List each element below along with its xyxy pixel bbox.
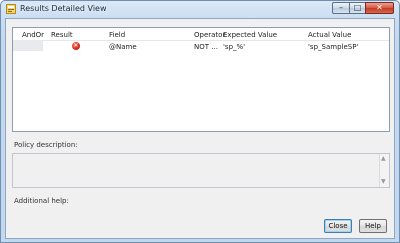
maximize-button[interactable]: □	[349, 2, 365, 14]
column-header-expected-value[interactable]: Expected Value	[223, 31, 277, 39]
error-icon: ✕	[72, 42, 80, 50]
maximize-icon: □	[353, 3, 362, 12]
results-detailed-view-window: Results Detailed View – □ ✕ AndOr Result…	[0, 0, 400, 243]
column-header-andor[interactable]: AndOr	[22, 31, 44, 39]
description-scrollbar[interactable]: ▲ ▼	[379, 154, 389, 187]
cell-field: @Name	[109, 43, 137, 51]
column-header-result[interactable]: Result	[51, 31, 73, 39]
app-icon	[6, 4, 16, 14]
policy-description-field[interactable]: ▲ ▼	[12, 153, 390, 188]
row-andor-cell	[13, 40, 43, 51]
window-title: Results Detailed View	[20, 4, 107, 13]
scroll-down-arrow-icon[interactable]: ▼	[381, 179, 386, 185]
caption-buttons: – □ ✕	[332, 2, 394, 14]
close-icon: ✕	[376, 3, 383, 12]
close-button[interactable]: Close	[324, 219, 352, 233]
table-row[interactable]: ✕ @Name NOT ... 'sp_%' 'sp_SampleSP'	[13, 40, 389, 51]
policy-description-label: Policy description:	[14, 141, 78, 149]
column-header-operator[interactable]: Operator	[194, 31, 225, 39]
scroll-up-arrow-icon[interactable]: ▲	[381, 156, 386, 162]
minimize-icon: –	[339, 3, 343, 12]
column-header-field[interactable]: Field	[109, 31, 125, 39]
minimize-button[interactable]: –	[332, 2, 349, 14]
cell-expected-value: 'sp_%'	[223, 43, 246, 51]
cell-actual-value: 'sp_SampleSP'	[308, 43, 359, 51]
help-button[interactable]: Help	[359, 219, 387, 233]
column-header-actual-value[interactable]: Actual Value	[308, 31, 351, 39]
title-bar: Results Detailed View – □ ✕	[1, 1, 399, 18]
results-grid[interactable]: AndOr Result Field Operator Expected Val…	[12, 27, 390, 132]
close-window-button[interactable]: ✕	[365, 2, 394, 14]
additional-help-label: Additional help:	[14, 197, 69, 205]
dialog-body: AndOr Result Field Operator Expected Val…	[5, 18, 395, 239]
cell-operator: NOT ...	[194, 43, 218, 51]
